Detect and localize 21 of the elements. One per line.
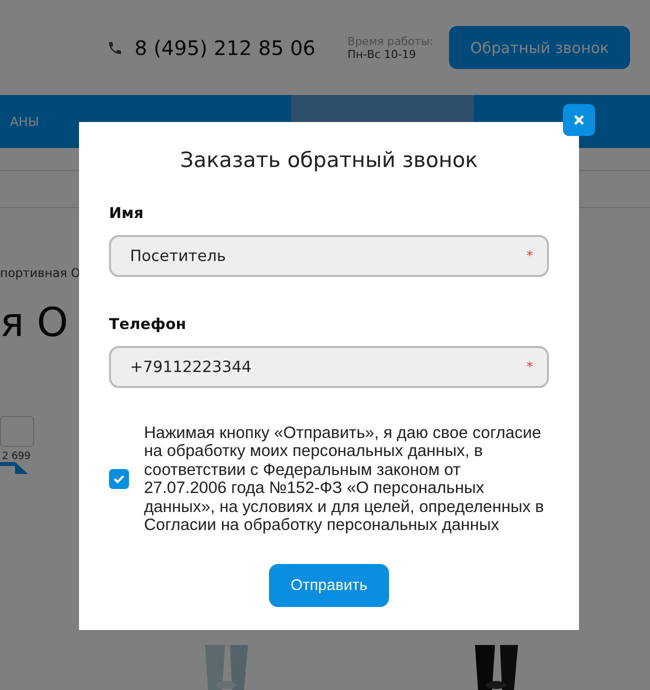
callback-button[interactable]: Обратный звонок bbox=[449, 26, 630, 69]
field-label: Имя bbox=[109, 204, 144, 222]
page-heading: я О bbox=[0, 300, 68, 346]
check-icon bbox=[113, 474, 125, 484]
close-icon bbox=[573, 114, 585, 126]
consent-text: Нажимая кнопку «Отправить», я даю свое согласие на обработку моих персональных данных, в соответствии с Федеральным законом от 27.07.2006 года №152-ФЗ «О персональных данных», на условиях и для целей, определенных в Согласии на обработку персональных данных bbox=[144, 424, 544, 534]
phone-number: 8 (495) 212 85 06 bbox=[134, 36, 316, 60]
price-text: 2 699 bbox=[2, 451, 31, 462]
input-field[interactable]: +79112223344 * bbox=[109, 346, 549, 388]
phone-icon bbox=[106, 40, 123, 56]
modal-title: Заказать обратный звонок bbox=[180, 148, 478, 172]
input-field[interactable]: Посетитель * bbox=[109, 235, 549, 277]
price-input[interactable] bbox=[0, 416, 34, 447]
consent-checkbox[interactable] bbox=[109, 469, 129, 490]
submit-button[interactable]: Отправить bbox=[268, 564, 390, 608]
close-button[interactable] bbox=[563, 104, 595, 136]
hours-text: Пн-Вс 10-19 bbox=[348, 48, 418, 60]
required-mark: * bbox=[526, 360, 533, 374]
nav-item[interactable]: АНЫ bbox=[0, 95, 53, 148]
field-label: Телефон bbox=[109, 315, 186, 333]
required-mark: * bbox=[526, 248, 533, 264]
